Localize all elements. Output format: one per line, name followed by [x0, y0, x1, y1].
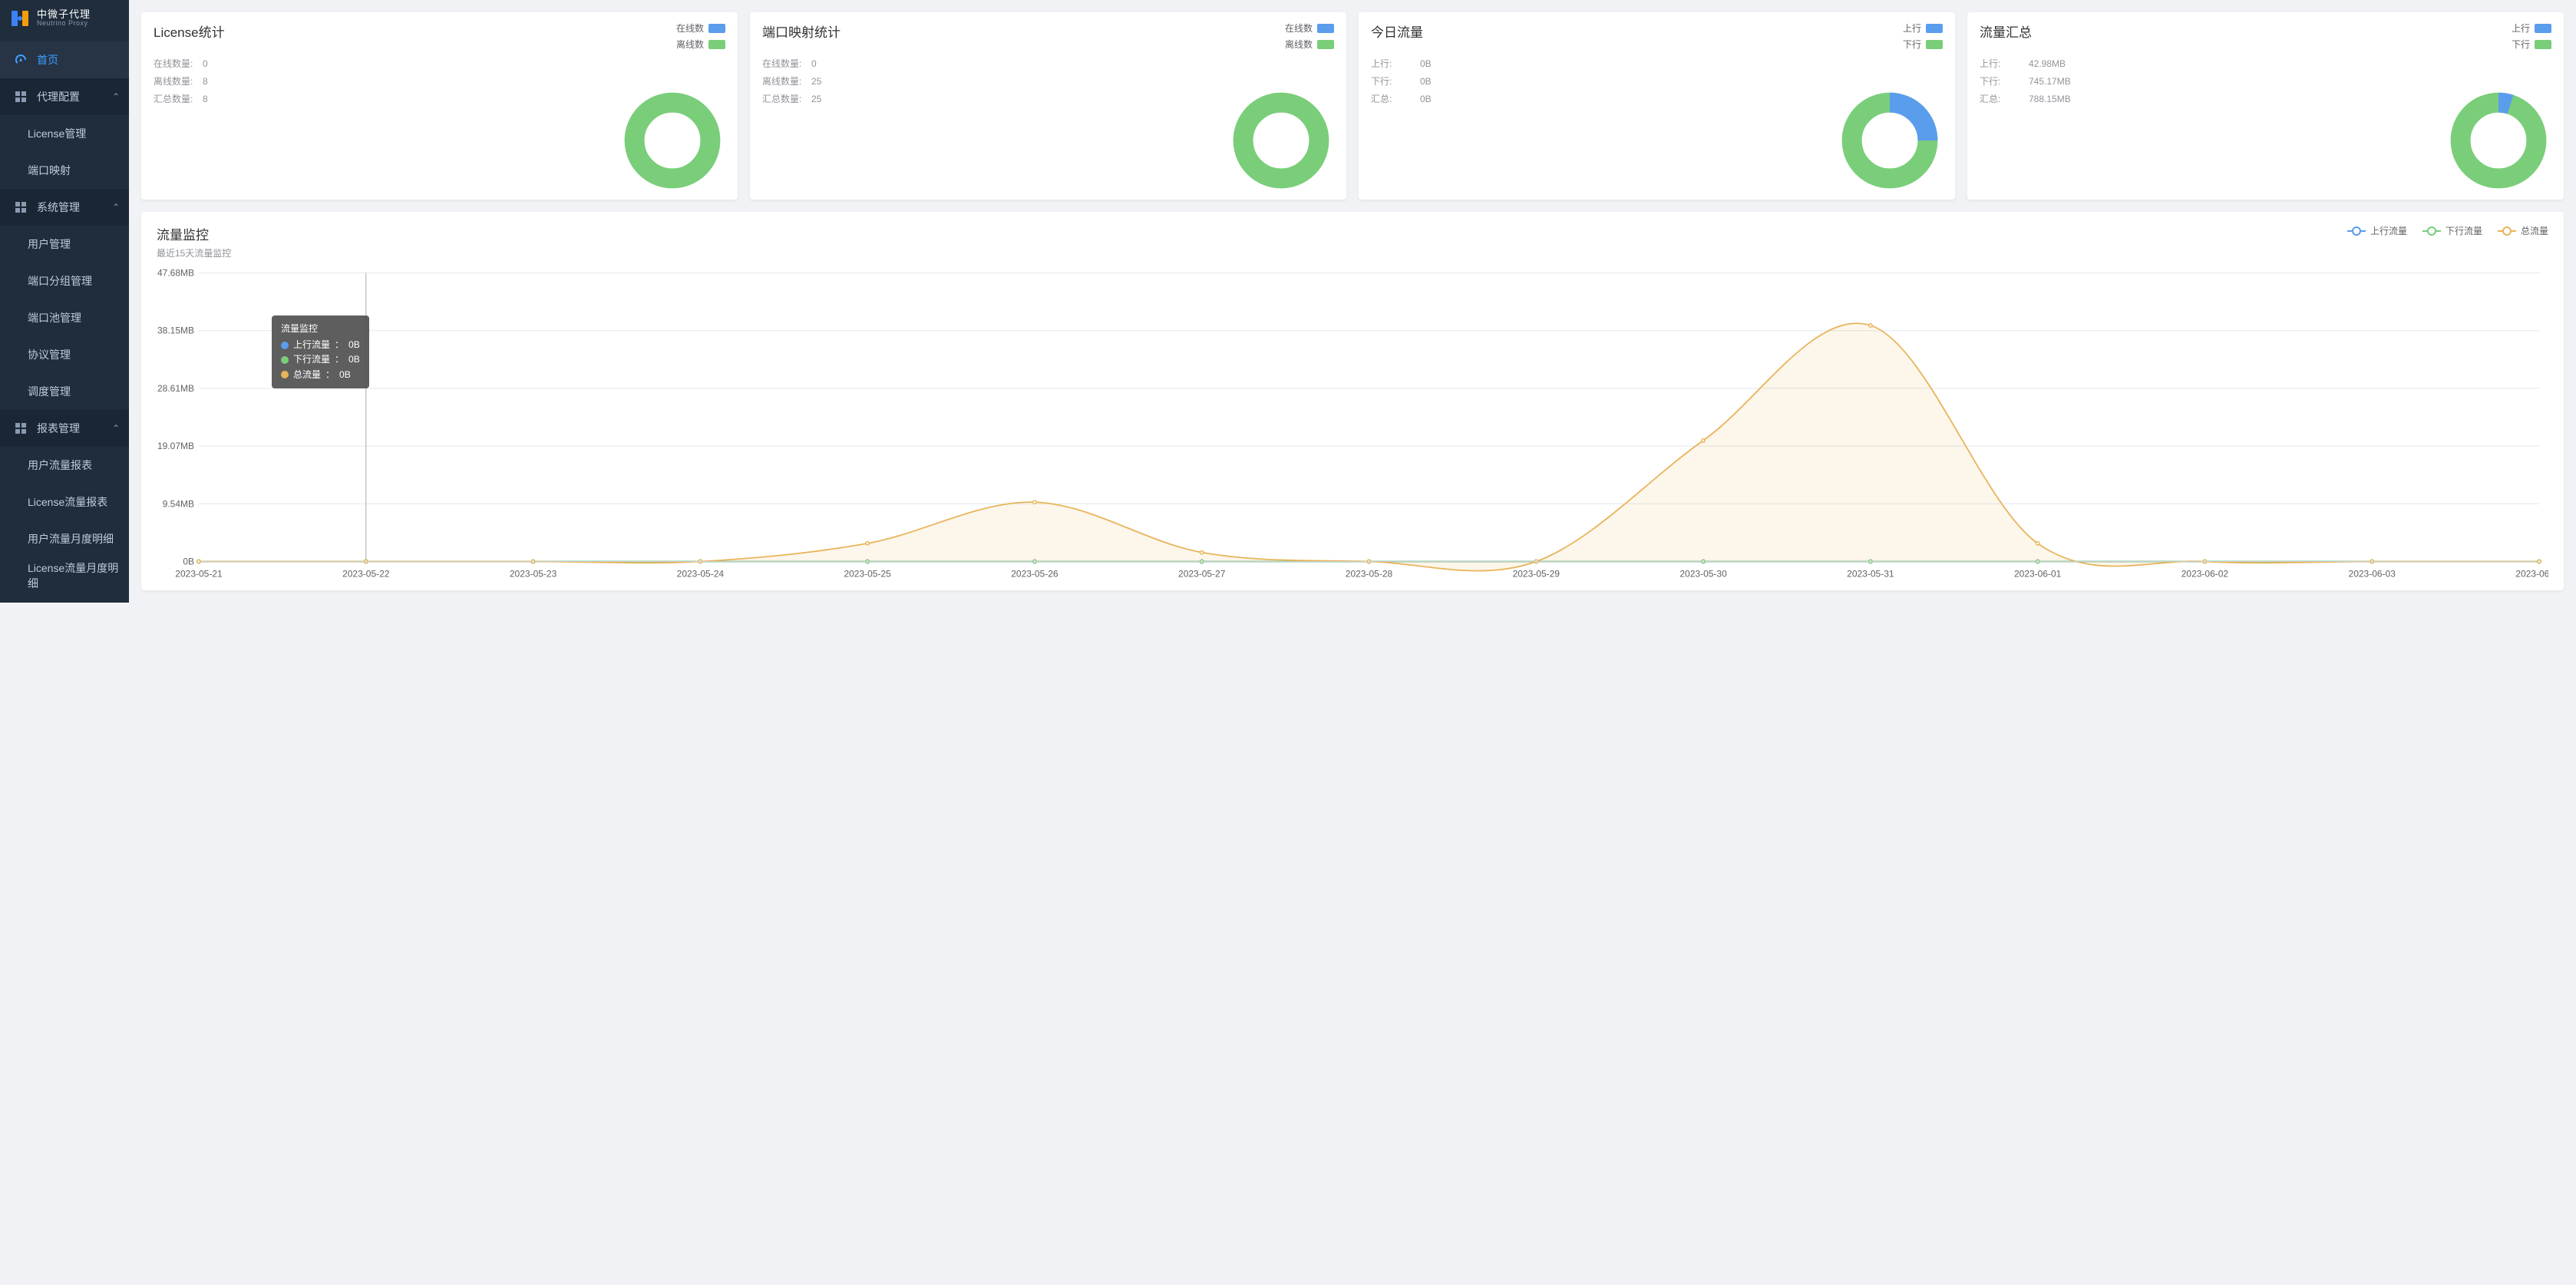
- svg-text:2023-05-31: 2023-05-31: [1847, 569, 1894, 580]
- svg-text:28.61MB: 28.61MB: [157, 383, 194, 394]
- svg-text:2023-05-21: 2023-05-21: [175, 569, 223, 580]
- nav-user-flow-monthly[interactable]: 用户流量月度明细: [0, 520, 129, 557]
- svg-text:2023-05-25: 2023-05-25: [844, 569, 891, 580]
- svg-text:2023-06-03: 2023-06-03: [2349, 569, 2396, 580]
- card-license: License统计 在线数 离线数 在线数量:0 离线数量:8 汇总数量:8: [141, 12, 738, 200]
- svg-text:2023-05-24: 2023-05-24: [677, 569, 725, 580]
- svg-text:2023-05-23: 2023-05-23: [510, 569, 557, 580]
- nav-port-pool-mgmt[interactable]: 端口池管理: [0, 299, 129, 336]
- card-today: 今日流量 上行 下行 上行:0B 下行:0B 汇总:0B: [1359, 12, 1955, 200]
- chevron-up-icon: ⌃: [112, 202, 120, 213]
- nav-home-label: 首页: [37, 52, 58, 68]
- dashboard-icon: [14, 53, 28, 67]
- grid-icon: [14, 421, 28, 435]
- svg-text:2023-05-26: 2023-05-26: [1011, 569, 1058, 580]
- line-marker-icon: [2347, 226, 2366, 236]
- nav-menu: 首页 代理配置 ⌃ License管理 端口映射 系统管理 ⌃ 用户管理 端口分…: [0, 37, 129, 594]
- sidebar: 中微子代理 Neutrino Proxy 首页 代理配置 ⌃ License管理…: [0, 0, 129, 603]
- svg-text:2023-05-29: 2023-05-29: [1513, 569, 1560, 580]
- line-marker-icon: [2498, 226, 2516, 236]
- svg-text:2023-05-28: 2023-05-28: [1346, 569, 1393, 580]
- card-title: License统计: [154, 21, 225, 41]
- nav-port-mapping[interactable]: 端口映射: [0, 152, 129, 189]
- legend-up[interactable]: 上行流量: [2347, 224, 2407, 237]
- logo-icon: [9, 8, 31, 29]
- nav-proxy-group[interactable]: 代理配置 ⌃: [0, 78, 129, 115]
- grid-icon: [14, 200, 28, 214]
- legend-swatch-online: [708, 24, 725, 33]
- nav-user-mgmt[interactable]: 用户管理: [0, 226, 129, 263]
- nav-license-mgmt[interactable]: License管理: [0, 115, 129, 152]
- logo: 中微子代理 Neutrino Proxy: [0, 0, 129, 37]
- brand-title: 中微子代理: [37, 9, 91, 20]
- main-content: License统计 在线数 离线数 在线数量:0 离线数量:8 汇总数量:8: [129, 0, 2576, 603]
- svg-text:9.54MB: 9.54MB: [163, 498, 194, 509]
- svg-text:47.68MB: 47.68MB: [157, 268, 194, 279]
- grid-icon: [14, 90, 28, 104]
- chevron-up-icon: ⌃: [112, 91, 120, 102]
- svg-text:19.07MB: 19.07MB: [157, 441, 194, 451]
- card-title: 流量汇总: [1980, 21, 2032, 41]
- card-legend: 在线数 离线数: [676, 21, 725, 51]
- svg-text:2023-05-22: 2023-05-22: [342, 569, 390, 580]
- nav-protocol-mgmt[interactable]: 协议管理: [0, 336, 129, 373]
- chart-subtitle: 最近15天流量监控: [157, 246, 231, 259]
- donut-chart: [2449, 91, 2548, 190]
- svg-text:0B: 0B: [183, 557, 194, 567]
- chart-legend: 上行流量 下行流量 总流量: [2347, 224, 2548, 237]
- nav-system-label: 系统管理: [37, 200, 80, 215]
- svg-text:2023-06-02: 2023-06-02: [2181, 569, 2229, 580]
- nav-license-flow-monthly[interactable]: License流量月度明细: [0, 557, 129, 594]
- legend-down[interactable]: 下行流量: [2422, 224, 2482, 237]
- nav-report-label: 报表管理: [37, 421, 80, 436]
- chart-title: 流量监控: [157, 224, 231, 243]
- traffic-chart-panel: 流量监控 最近15天流量监控 上行流量 下行流量 总流量 0B 9.54MB 19.…: [141, 212, 2564, 590]
- line-chart: 0B 9.54MB 19.07MB 28.61MB 38.15MB 47.68MB 2023…: [157, 266, 2548, 584]
- svg-text:2023-06-01: 2023-06-01: [2014, 569, 2062, 580]
- nav-schedule-mgmt[interactable]: 调度管理: [0, 373, 129, 410]
- card-title: 端口映射统计: [762, 21, 841, 41]
- card-total: 流量汇总 上行 下行 上行:42.98MB 下行:745.17MB 汇总:788…: [1967, 12, 2564, 200]
- nav-home[interactable]: 首页: [0, 41, 129, 78]
- svg-text:2023-05-30: 2023-05-30: [1679, 569, 1727, 580]
- stats-cards: License统计 在线数 离线数 在线数量:0 离线数量:8 汇总数量:8: [141, 12, 2564, 200]
- nav-license-flow-report[interactable]: License流量报表: [0, 484, 129, 520]
- card-title: 今日流量: [1371, 21, 1423, 41]
- donut-chart: [623, 91, 722, 190]
- nav-user-flow-report[interactable]: 用户流量报表: [0, 447, 129, 484]
- svg-text:2023-05-27: 2023-05-27: [1178, 569, 1226, 580]
- nav-report-group[interactable]: 报表管理 ⌃: [0, 410, 129, 447]
- nav-port-group-mgmt[interactable]: 端口分组管理: [0, 263, 129, 299]
- nav-system-group[interactable]: 系统管理 ⌃: [0, 189, 129, 226]
- svg-text:2023-06-04: 2023-06-04: [2515, 569, 2548, 580]
- line-marker-icon: [2422, 226, 2441, 236]
- card-port: 端口映射统计 在线数 离线数 在线数量:0 离线数量:25 汇总数量:25: [750, 12, 1346, 200]
- brand-subtitle: Neutrino Proxy: [37, 20, 91, 28]
- legend-swatch-offline: [708, 40, 725, 49]
- donut-chart: [1840, 91, 1940, 190]
- chevron-up-icon: ⌃: [112, 423, 120, 434]
- donut-chart: [1231, 91, 1331, 190]
- chart-area[interactable]: 0B 9.54MB 19.07MB 28.61MB 38.15MB 47.68MB 2023…: [157, 266, 2548, 584]
- legend-total[interactable]: 总流量: [2498, 224, 2548, 237]
- svg-text:38.15MB: 38.15MB: [157, 325, 194, 336]
- nav-proxy-label: 代理配置: [37, 89, 80, 104]
